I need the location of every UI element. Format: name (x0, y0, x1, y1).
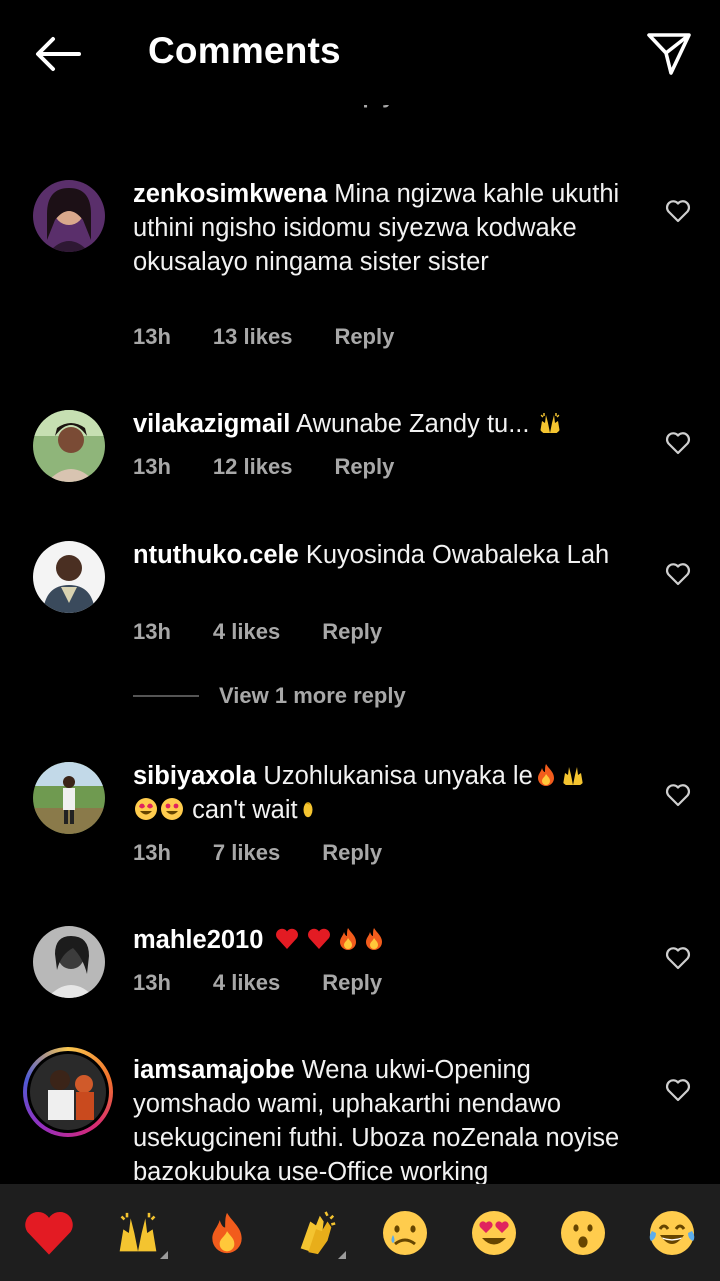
avatar (30, 1054, 106, 1130)
fire-emoji (361, 926, 387, 954)
comment-time: 13h (133, 619, 171, 644)
raising-hands-icon[interactable] (108, 1203, 168, 1263)
tears-of-joy-icon[interactable] (642, 1203, 702, 1263)
like-heart-icon[interactable] (662, 779, 694, 811)
comment-likes[interactable]: 7 likes (213, 840, 280, 866)
comment-likes[interactable]: 13 likes (213, 324, 293, 350)
username[interactable]: ntuthuko.cele (133, 541, 299, 569)
avatar[interactable] (33, 926, 105, 998)
comment-text: Awunabe Zandy tu... (296, 410, 530, 438)
username[interactable]: iamsamajobe (133, 1056, 295, 1084)
comment-likes[interactable]: 12 likes (213, 454, 293, 480)
like-heart-icon[interactable] (662, 427, 694, 459)
skin-tone-indicator (159, 1250, 168, 1259)
view-more-replies-button[interactable]: View 1 more reply (133, 683, 406, 709)
fire-icon[interactable] (197, 1203, 257, 1263)
like-heart-icon[interactable] (662, 942, 694, 974)
view-more-replies-label: View 1 more reply (219, 683, 406, 708)
clapping-hands-icon[interactable] (286, 1203, 346, 1263)
comment-likes[interactable]: 4 likes (213, 970, 280, 996)
send-direct-icon[interactable] (642, 26, 696, 80)
like-heart-icon[interactable] (662, 558, 694, 590)
reply-button[interactable]: Reply (322, 970, 382, 996)
fire-emoji (335, 926, 361, 954)
page-title: Comments (148, 30, 341, 71)
comment-text-continued: can't wait (192, 796, 298, 824)
comment-text: Kuyosinda Owabaleka Lah (305, 541, 610, 569)
username[interactable]: mahle2010 (133, 926, 263, 954)
avatar[interactable] (33, 180, 105, 252)
reply-button[interactable]: Reply (334, 324, 394, 350)
username[interactable]: sibiyaxola (133, 762, 256, 790)
username[interactable]: zenkosimkwena (133, 180, 327, 208)
heart-eyes-emoji (159, 796, 185, 824)
avatar[interactable] (33, 410, 105, 482)
heart-eyes-icon[interactable] (464, 1203, 524, 1263)
reply-button[interactable]: Reply (334, 454, 394, 480)
like-heart-icon[interactable] (662, 1074, 694, 1106)
avatar[interactable] (33, 762, 105, 834)
comment-text: Uzohlukanisa unyaka le (263, 762, 533, 790)
comment-time: 13h (133, 324, 171, 349)
comment-time: 13h (133, 970, 171, 995)
red-heart-emoji (303, 926, 335, 954)
avatar-story-ring[interactable] (23, 1047, 113, 1137)
heart-eyes-emoji (133, 796, 159, 824)
comments-feed[interactable]: zenkosimkwena Mina ngizwa kahle ukuthi u… (0, 121, 720, 1184)
header: Comments (0, 0, 720, 105)
raising-hands-emoji (537, 410, 563, 438)
comment-time: 13h (133, 840, 171, 865)
skin-tone-indicator (337, 1250, 346, 1259)
username[interactable]: vilakazigmail (133, 410, 290, 438)
comment-likes[interactable]: 4 likes (213, 619, 280, 645)
crossed-fingers-emoji (298, 796, 318, 824)
fire-emoji (533, 762, 559, 790)
reply-button[interactable]: Reply (322, 840, 382, 866)
like-heart-icon[interactable] (662, 195, 694, 227)
avatar[interactable] (33, 541, 105, 613)
back-arrow-icon[interactable] (30, 30, 84, 78)
comment-time: 13h (133, 454, 171, 479)
reply-button[interactable]: Reply (322, 619, 382, 645)
red-heart-emoji (271, 926, 303, 954)
surprised-face-icon[interactable] (553, 1203, 613, 1263)
divider-line (133, 695, 199, 697)
red-heart-icon[interactable] (19, 1203, 79, 1263)
raising-hands-emoji (559, 762, 587, 790)
crying-face-icon[interactable] (375, 1203, 435, 1263)
quick-reaction-bar (0, 1184, 720, 1281)
